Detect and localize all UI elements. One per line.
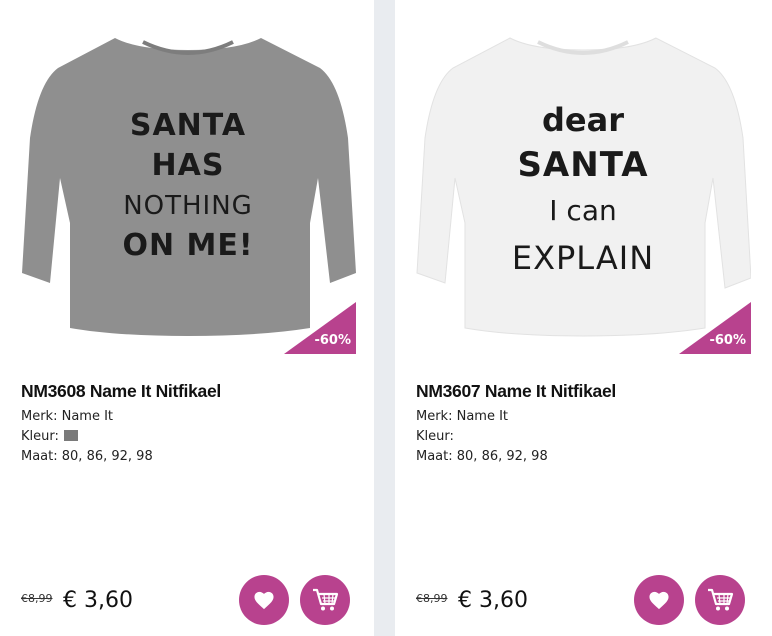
shirt-line: EXPLAIN: [511, 239, 655, 277]
shirt-print: dear SANTA I can EXPLAIN: [415, 98, 751, 282]
product-card[interactable]: dear SANTA I can EXPLAIN -60% NM3607 Nam…: [395, 0, 772, 636]
shirt-line: I can: [549, 194, 617, 227]
product-sizes: Maat: 80, 86, 92, 98: [21, 449, 153, 464]
shirt-line: HAS: [151, 148, 225, 183]
discount-badge: -60%: [284, 302, 356, 354]
add-to-cart-button[interactable]: [300, 575, 350, 625]
product-color: Kleur:: [416, 429, 454, 444]
discount-label: -60%: [709, 333, 746, 348]
add-to-cart-button[interactable]: [695, 575, 745, 625]
shirt-line: SANTA: [517, 145, 649, 185]
product-card[interactable]: SANTA HAS NOTHING ON ME! -60% NM3608 Nam…: [0, 0, 374, 636]
shirt-line: ON ME!: [122, 228, 254, 263]
color-label: Kleur:: [416, 429, 454, 444]
shirt-line: SANTA: [129, 108, 247, 143]
product-sizes: Maat: 80, 86, 92, 98: [416, 449, 548, 464]
color-label: Kleur:: [21, 429, 59, 444]
heart-icon: [254, 591, 274, 610]
product-brand: Merk: Name It: [416, 409, 509, 424]
discount-badge: -60%: [679, 302, 751, 354]
product-title[interactable]: NM3608 Name It Nitfikael: [21, 381, 221, 402]
cart-icon: [708, 588, 734, 611]
product-title[interactable]: NM3607 Name It Nitfikael: [416, 381, 616, 402]
old-price: €8,99: [416, 592, 448, 605]
shirt-print: SANTA HAS NOTHING ON ME!: [20, 106, 356, 266]
wishlist-button[interactable]: [634, 575, 684, 625]
product-image[interactable]: SANTA HAS NOTHING ON ME! -60%: [20, 28, 356, 354]
product-image[interactable]: dear SANTA I can EXPLAIN -60%: [415, 28, 751, 354]
product-color: Kleur:: [21, 429, 78, 444]
shirt-line: dear: [542, 101, 624, 139]
wishlist-button[interactable]: [239, 575, 289, 625]
cart-icon: [313, 588, 339, 611]
old-price: €8,99: [21, 592, 53, 605]
current-price: € 3,60: [458, 588, 528, 613]
product-brand: Merk: Name It: [21, 409, 114, 424]
current-price: € 3,60: [63, 588, 133, 613]
discount-label: -60%: [314, 333, 351, 348]
shirt-line: NOTHING: [123, 191, 253, 221]
heart-icon: [649, 591, 669, 610]
color-swatch: [63, 430, 78, 441]
